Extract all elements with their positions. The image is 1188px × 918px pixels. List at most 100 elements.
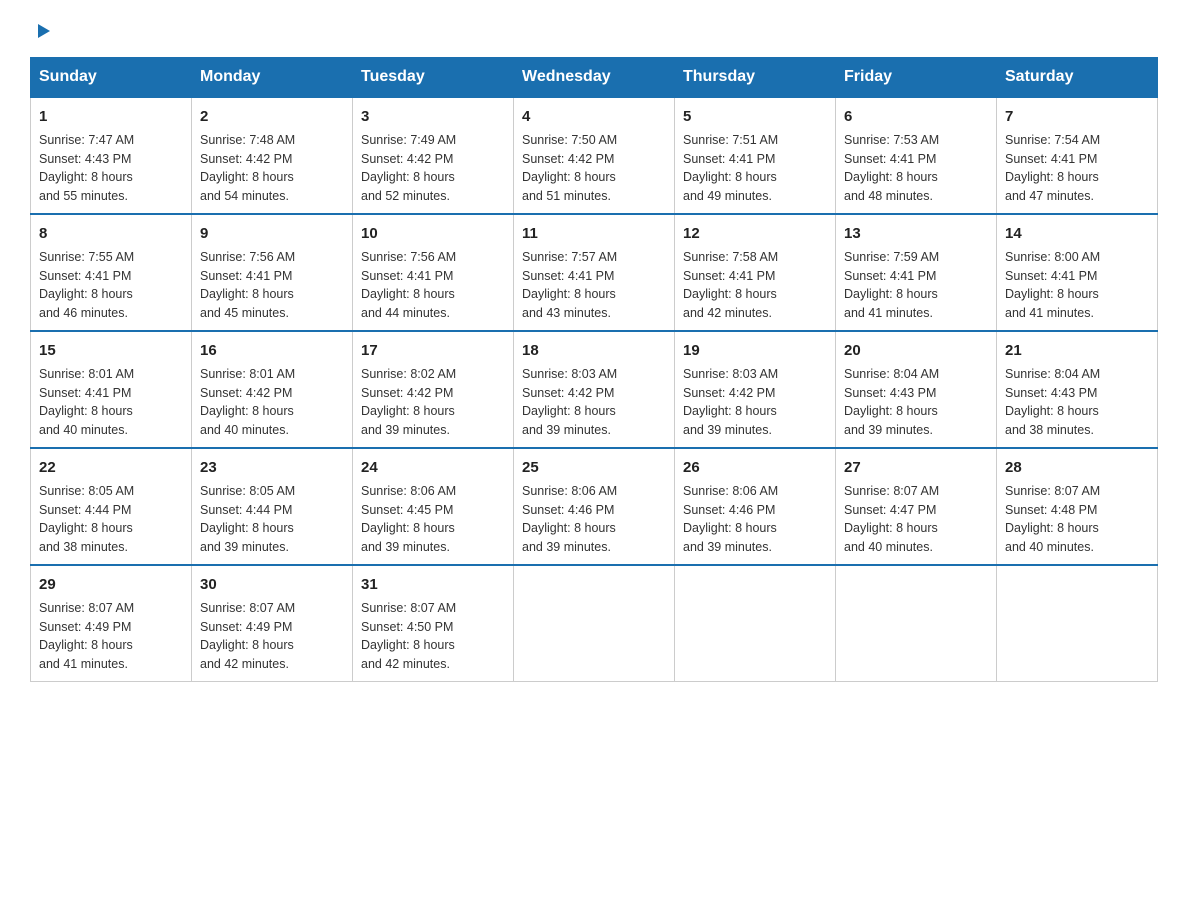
calendar-cell: 17 Sunrise: 8:02 AMSunset: 4:42 PMDaylig…: [353, 331, 514, 448]
day-info: Sunrise: 7:56 AMSunset: 4:41 PMDaylight:…: [200, 250, 295, 320]
calendar-cell: 16 Sunrise: 8:01 AMSunset: 4:42 PMDaylig…: [192, 331, 353, 448]
calendar-cell: 13 Sunrise: 7:59 AMSunset: 4:41 PMDaylig…: [836, 214, 997, 331]
calendar-cell: 28 Sunrise: 8:07 AMSunset: 4:48 PMDaylig…: [997, 448, 1158, 565]
day-number: 16: [200, 340, 344, 361]
calendar-cell: 30 Sunrise: 8:07 AMSunset: 4:49 PMDaylig…: [192, 565, 353, 682]
day-number: 29: [39, 574, 183, 595]
day-number: 12: [683, 223, 827, 244]
day-info: Sunrise: 8:05 AMSunset: 4:44 PMDaylight:…: [200, 484, 295, 554]
day-number: 10: [361, 223, 505, 244]
calendar-cell: [514, 565, 675, 682]
day-number: 11: [522, 223, 666, 244]
calendar-cell: 15 Sunrise: 8:01 AMSunset: 4:41 PMDaylig…: [31, 331, 192, 448]
day-info: Sunrise: 8:07 AMSunset: 4:49 PMDaylight:…: [200, 601, 295, 671]
day-number: 7: [1005, 106, 1149, 127]
calendar-cell: 19 Sunrise: 8:03 AMSunset: 4:42 PMDaylig…: [675, 331, 836, 448]
calendar-week-row: 29 Sunrise: 8:07 AMSunset: 4:49 PMDaylig…: [31, 565, 1158, 682]
day-info: Sunrise: 8:06 AMSunset: 4:45 PMDaylight:…: [361, 484, 456, 554]
day-info: Sunrise: 7:54 AMSunset: 4:41 PMDaylight:…: [1005, 133, 1100, 203]
calendar-cell: 6 Sunrise: 7:53 AMSunset: 4:41 PMDayligh…: [836, 97, 997, 214]
calendar-cell: 25 Sunrise: 8:06 AMSunset: 4:46 PMDaylig…: [514, 448, 675, 565]
calendar-cell: 7 Sunrise: 7:54 AMSunset: 4:41 PMDayligh…: [997, 97, 1158, 214]
day-number: 1: [39, 106, 183, 127]
day-number: 18: [522, 340, 666, 361]
calendar-cell: 24 Sunrise: 8:06 AMSunset: 4:45 PMDaylig…: [353, 448, 514, 565]
calendar-cell: 21 Sunrise: 8:04 AMSunset: 4:43 PMDaylig…: [997, 331, 1158, 448]
day-info: Sunrise: 7:50 AMSunset: 4:42 PMDaylight:…: [522, 133, 617, 203]
day-info: Sunrise: 8:07 AMSunset: 4:49 PMDaylight:…: [39, 601, 134, 671]
day-info: Sunrise: 8:07 AMSunset: 4:50 PMDaylight:…: [361, 601, 456, 671]
calendar-cell: 9 Sunrise: 7:56 AMSunset: 4:41 PMDayligh…: [192, 214, 353, 331]
day-number: 20: [844, 340, 988, 361]
calendar-week-row: 22 Sunrise: 8:05 AMSunset: 4:44 PMDaylig…: [31, 448, 1158, 565]
day-info: Sunrise: 7:57 AMSunset: 4:41 PMDaylight:…: [522, 250, 617, 320]
day-number: 30: [200, 574, 344, 595]
col-header-thursday: Thursday: [675, 58, 836, 98]
calendar-cell: 29 Sunrise: 8:07 AMSunset: 4:49 PMDaylig…: [31, 565, 192, 682]
day-info: Sunrise: 8:03 AMSunset: 4:42 PMDaylight:…: [522, 367, 617, 437]
day-info: Sunrise: 7:48 AMSunset: 4:42 PMDaylight:…: [200, 133, 295, 203]
day-info: Sunrise: 8:01 AMSunset: 4:42 PMDaylight:…: [200, 367, 295, 437]
calendar-week-row: 15 Sunrise: 8:01 AMSunset: 4:41 PMDaylig…: [31, 331, 1158, 448]
calendar-cell: 26 Sunrise: 8:06 AMSunset: 4:46 PMDaylig…: [675, 448, 836, 565]
day-number: 21: [1005, 340, 1149, 361]
day-info: Sunrise: 8:07 AMSunset: 4:47 PMDaylight:…: [844, 484, 939, 554]
calendar-cell: 2 Sunrise: 7:48 AMSunset: 4:42 PMDayligh…: [192, 97, 353, 214]
day-info: Sunrise: 8:00 AMSunset: 4:41 PMDaylight:…: [1005, 250, 1100, 320]
day-number: 23: [200, 457, 344, 478]
calendar-cell: 31 Sunrise: 8:07 AMSunset: 4:50 PMDaylig…: [353, 565, 514, 682]
calendar-cell: 1 Sunrise: 7:47 AMSunset: 4:43 PMDayligh…: [31, 97, 192, 214]
day-number: 3: [361, 106, 505, 127]
calendar-cell: 12 Sunrise: 7:58 AMSunset: 4:41 PMDaylig…: [675, 214, 836, 331]
day-info: Sunrise: 8:02 AMSunset: 4:42 PMDaylight:…: [361, 367, 456, 437]
day-number: 28: [1005, 457, 1149, 478]
day-info: Sunrise: 7:47 AMSunset: 4:43 PMDaylight:…: [39, 133, 134, 203]
col-header-sunday: Sunday: [31, 58, 192, 98]
day-number: 19: [683, 340, 827, 361]
calendar-cell: 14 Sunrise: 8:00 AMSunset: 4:41 PMDaylig…: [997, 214, 1158, 331]
calendar-cell: 5 Sunrise: 7:51 AMSunset: 4:41 PMDayligh…: [675, 97, 836, 214]
calendar-cell: [675, 565, 836, 682]
day-number: 22: [39, 457, 183, 478]
calendar-cell: [836, 565, 997, 682]
day-info: Sunrise: 7:59 AMSunset: 4:41 PMDaylight:…: [844, 250, 939, 320]
day-number: 6: [844, 106, 988, 127]
day-number: 5: [683, 106, 827, 127]
calendar-week-row: 1 Sunrise: 7:47 AMSunset: 4:43 PMDayligh…: [31, 97, 1158, 214]
page-header: [30, 20, 1158, 47]
day-info: Sunrise: 8:04 AMSunset: 4:43 PMDaylight:…: [844, 367, 939, 437]
day-info: Sunrise: 8:06 AMSunset: 4:46 PMDaylight:…: [522, 484, 617, 554]
calendar-cell: 27 Sunrise: 8:07 AMSunset: 4:47 PMDaylig…: [836, 448, 997, 565]
day-number: 14: [1005, 223, 1149, 244]
day-info: Sunrise: 7:58 AMSunset: 4:41 PMDaylight:…: [683, 250, 778, 320]
col-header-wednesday: Wednesday: [514, 58, 675, 98]
calendar-week-row: 8 Sunrise: 7:55 AMSunset: 4:41 PMDayligh…: [31, 214, 1158, 331]
day-info: Sunrise: 7:56 AMSunset: 4:41 PMDaylight:…: [361, 250, 456, 320]
day-number: 27: [844, 457, 988, 478]
calendar-cell: 10 Sunrise: 7:56 AMSunset: 4:41 PMDaylig…: [353, 214, 514, 331]
col-header-monday: Monday: [192, 58, 353, 98]
calendar-cell: 4 Sunrise: 7:50 AMSunset: 4:42 PMDayligh…: [514, 97, 675, 214]
calendar-cell: 3 Sunrise: 7:49 AMSunset: 4:42 PMDayligh…: [353, 97, 514, 214]
day-number: 25: [522, 457, 666, 478]
logo-arrow-icon: [32, 20, 54, 47]
day-number: 2: [200, 106, 344, 127]
day-info: Sunrise: 7:53 AMSunset: 4:41 PMDaylight:…: [844, 133, 939, 203]
day-info: Sunrise: 8:05 AMSunset: 4:44 PMDaylight:…: [39, 484, 134, 554]
calendar-cell: 8 Sunrise: 7:55 AMSunset: 4:41 PMDayligh…: [31, 214, 192, 331]
calendar-cell: 11 Sunrise: 7:57 AMSunset: 4:41 PMDaylig…: [514, 214, 675, 331]
day-info: Sunrise: 8:07 AMSunset: 4:48 PMDaylight:…: [1005, 484, 1100, 554]
day-info: Sunrise: 8:06 AMSunset: 4:46 PMDaylight:…: [683, 484, 778, 554]
day-info: Sunrise: 7:51 AMSunset: 4:41 PMDaylight:…: [683, 133, 778, 203]
calendar-cell: 20 Sunrise: 8:04 AMSunset: 4:43 PMDaylig…: [836, 331, 997, 448]
day-info: Sunrise: 7:49 AMSunset: 4:42 PMDaylight:…: [361, 133, 456, 203]
calendar-cell: 18 Sunrise: 8:03 AMSunset: 4:42 PMDaylig…: [514, 331, 675, 448]
calendar-cell: 23 Sunrise: 8:05 AMSunset: 4:44 PMDaylig…: [192, 448, 353, 565]
col-header-tuesday: Tuesday: [353, 58, 514, 98]
col-header-friday: Friday: [836, 58, 997, 98]
day-info: Sunrise: 7:55 AMSunset: 4:41 PMDaylight:…: [39, 250, 134, 320]
day-number: 17: [361, 340, 505, 361]
day-number: 31: [361, 574, 505, 595]
day-info: Sunrise: 8:01 AMSunset: 4:41 PMDaylight:…: [39, 367, 134, 437]
day-info: Sunrise: 8:03 AMSunset: 4:42 PMDaylight:…: [683, 367, 778, 437]
